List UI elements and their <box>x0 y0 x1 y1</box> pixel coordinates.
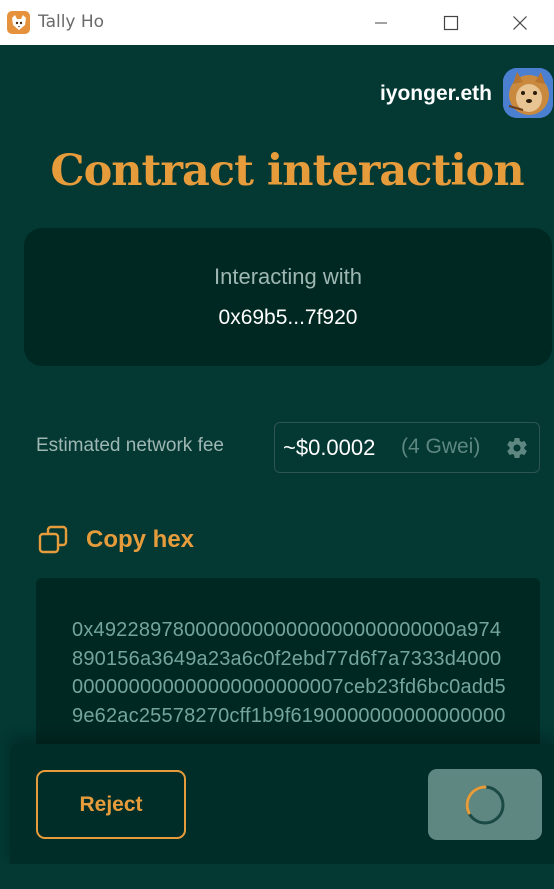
interacting-with-label: Interacting with <box>214 264 362 289</box>
gas-price: (4 Gwei) <box>401 435 481 458</box>
gear-icon[interactable] <box>505 436 529 460</box>
window-titlebar: Tally Ho <box>0 0 554 45</box>
tally-ho-fox-icon <box>7 11 30 34</box>
loading-spinner-icon <box>465 785 505 824</box>
reject-button[interactable]: Reject <box>36 770 186 839</box>
close-icon <box>513 15 527 30</box>
copy-icon <box>38 525 68 554</box>
copy-hex-label: Copy hex <box>86 526 195 553</box>
maximize-icon <box>443 15 459 30</box>
minimize-button[interactable] <box>358 0 404 45</box>
network-fee-value: ~$0.0002 <box>283 435 376 460</box>
network-fee-label: Estimated network fee <box>36 435 224 456</box>
network-fee-selector[interactable]: ~$0.0002 (4 Gwei) <box>274 422 540 473</box>
minimize-icon <box>375 22 387 23</box>
confirm-button-loading[interactable] <box>428 769 542 840</box>
bottom-strip <box>0 864 554 889</box>
maximize-button[interactable] <box>428 0 474 45</box>
interaction-card: Interacting with 0x69b5...7f920 <box>24 228 552 366</box>
close-button[interactable] <box>497 0 543 45</box>
contract-address[interactable]: 0x69b5...7f920 <box>24 306 552 330</box>
account-name[interactable]: iyonger.eth <box>380 82 492 106</box>
window-title: Tally Ho <box>38 12 105 32</box>
copy-hex-button[interactable]: Copy hex <box>38 523 194 557</box>
page-title: Contract interaction <box>50 146 524 196</box>
fox-avatar[interactable] <box>503 68 553 118</box>
action-footer: Reject <box>10 744 554 864</box>
hex-data-text: 0x49228978000000000000000000000000a97489… <box>72 619 506 727</box>
tally-ho-window: Tally Ho iyonger.eth Contract interactio… <box>0 0 554 889</box>
